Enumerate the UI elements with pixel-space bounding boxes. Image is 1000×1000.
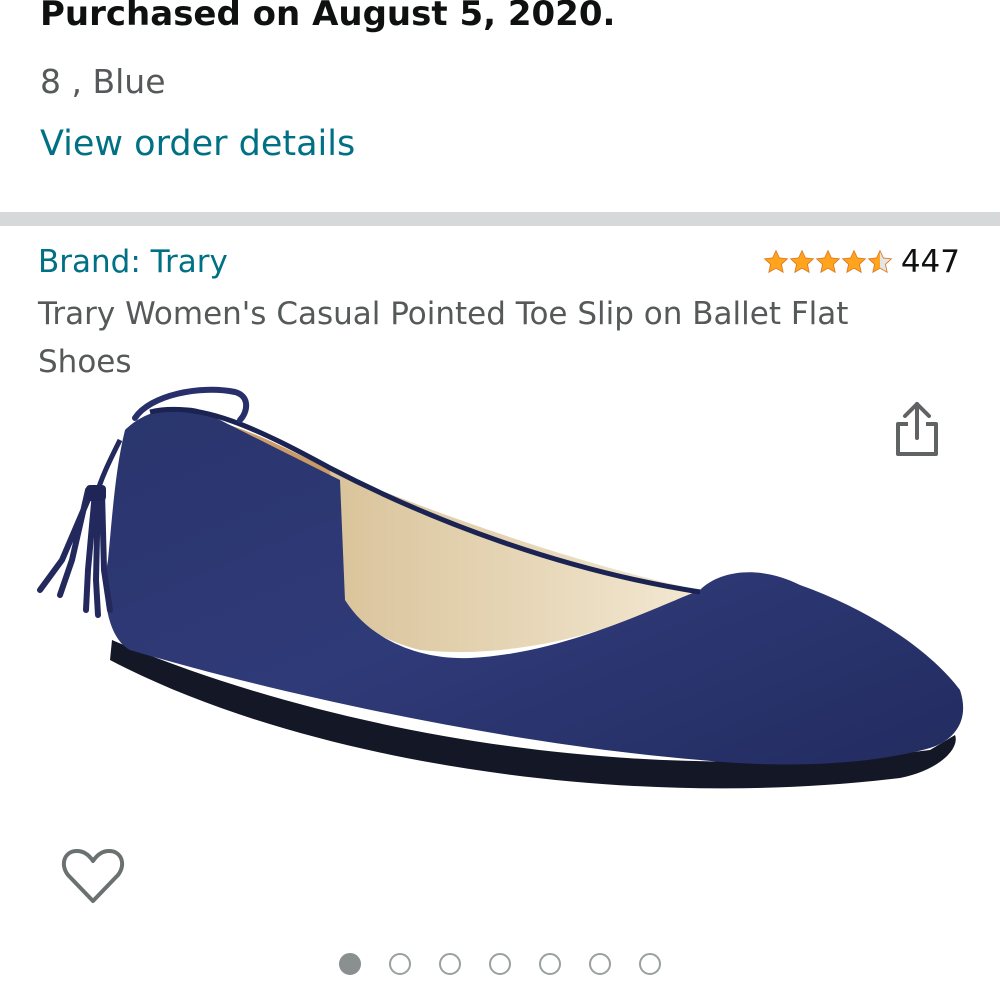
carousel-dot[interactable]: [489, 953, 511, 975]
carousel-dot[interactable]: [639, 953, 661, 975]
star-icon: [841, 249, 867, 274]
star-rating: [763, 249, 893, 275]
share-button[interactable]: [890, 398, 944, 462]
carousel-dot[interactable]: [389, 953, 411, 975]
heart-icon: [61, 849, 125, 903]
rating-summary[interactable]: 447: [763, 240, 960, 284]
star-icon: [867, 249, 893, 274]
product-image[interactable]: [0, 380, 1000, 940]
star-icon: [789, 249, 815, 274]
variant-info: 8 , Blue: [40, 62, 166, 101]
image-carousel-indicator: [0, 950, 1000, 978]
product-title[interactable]: Trary Women's Casual Pointed Toe Slip on…: [38, 290, 938, 386]
wishlist-button[interactable]: [60, 843, 126, 909]
share-icon: [896, 402, 938, 456]
brand-link[interactable]: Brand: Trary: [38, 244, 228, 280]
section-divider: [0, 212, 1000, 226]
star-icon: [815, 249, 841, 274]
review-count: 447: [900, 244, 960, 280]
tassel: [37, 438, 123, 618]
view-order-details-link[interactable]: View order details: [40, 124, 355, 164]
carousel-dot[interactable]: [439, 953, 461, 975]
purchase-date: Purchased on August 5, 2020.: [40, 0, 616, 34]
carousel-dot[interactable]: [589, 953, 611, 975]
star-icon: [763, 249, 789, 274]
carousel-dot[interactable]: [339, 953, 361, 975]
carousel-dot[interactable]: [539, 953, 561, 975]
